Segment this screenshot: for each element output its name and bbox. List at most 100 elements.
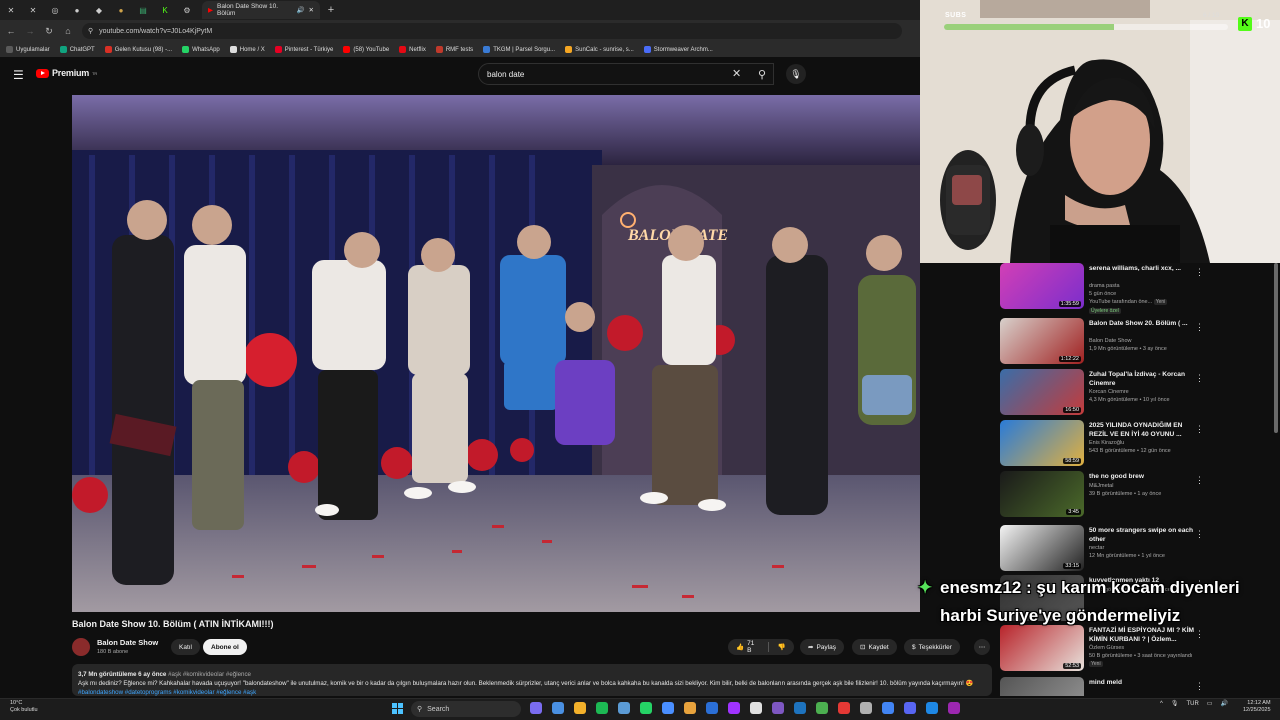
recommendation-channel[interactable]: Korcan Cinemre	[1089, 389, 1129, 395]
recommendation-item[interactable]: mind meld ⋮	[1000, 677, 1270, 696]
taskbar-app-icon[interactable]	[904, 702, 916, 714]
recommendation-thumbnail[interactable]: 58:59	[1000, 420, 1084, 466]
ext-tab-icon[interactable]: ◆	[91, 2, 107, 18]
network-icon[interactable]: ▭	[1207, 700, 1213, 707]
taskbar-app-icon[interactable]	[530, 702, 542, 714]
taskbar-app-icon[interactable]	[750, 702, 762, 714]
bookmark-item[interactable]: TKGM | Parsel Sorgu...	[483, 46, 555, 53]
taskbar-app-icon[interactable]	[706, 702, 718, 714]
hamburger-menu-icon[interactable]: ☰	[13, 68, 24, 82]
channel-name[interactable]: Balon Date Show	[97, 638, 158, 647]
taskbar-clock[interactable]: 12:12 AM 12/25/2025	[1243, 700, 1271, 714]
recommendation-title[interactable]: Zuhal Topal'la İzdivaç - Korcan Cinemre	[1089, 371, 1197, 388]
recommendation-title[interactable]: Balon Date Show 20. Bölüm ( ...	[1089, 320, 1197, 329]
more-actions-icon[interactable]: ⋯	[974, 639, 990, 655]
more-options-icon[interactable]: ⋮	[1195, 681, 1204, 692]
share-button[interactable]: ➦ Paylaş	[800, 639, 844, 655]
search-icon[interactable]: ⚲	[751, 63, 773, 85]
taskbar-app-icon[interactable]	[596, 702, 608, 714]
taskbar-app-icon[interactable]	[640, 702, 652, 714]
recommendation-thumbnail[interactable]: 52:53	[1000, 625, 1084, 671]
recommendation-item[interactable]: 1:35:59 serena williams, charli xcx, ... d…	[1000, 263, 1270, 314]
more-options-icon[interactable]: ⋮	[1195, 373, 1204, 384]
more-options-icon[interactable]: ⋮	[1195, 322, 1204, 333]
x-tab-icon[interactable]: ✕	[3, 2, 19, 18]
recommendation-item[interactable]: 52:53 FANTAZİ Mİ ESPİYONAJ MI ? KİM KİMİN…	[1000, 625, 1270, 673]
speaker-icon[interactable]: 🔊	[296, 6, 304, 14]
thanks-button[interactable]: $ Teşekkürler	[904, 639, 960, 655]
taskbar-app-icon[interactable]	[684, 702, 696, 714]
taskbar-app-icon[interactable]	[728, 702, 740, 714]
chevron-up-icon[interactable]: ^	[1160, 701, 1163, 707]
url-field[interactable]: ⚲ youtube.com/watch?v=J0Lo4KjPytM	[82, 23, 902, 39]
bookmark-item[interactable]: ChatGPT	[59, 46, 95, 53]
recommendation-item[interactable]: 1:12:22 Balon Date Show 20. Bölüm ( ... Ba…	[1000, 318, 1270, 366]
taskbar-app-icon[interactable]	[794, 702, 806, 714]
home-icon[interactable]: ⌂	[60, 26, 76, 36]
ext-tab-icon[interactable]: ⚙	[179, 2, 195, 18]
bookmark-item[interactable]: Home / X	[229, 46, 265, 53]
bookmark-item[interactable]: Pinterest - Türkiye	[274, 46, 333, 53]
clear-search-icon[interactable]: ✕	[732, 67, 741, 80]
youtube-logo[interactable]: Premium TR	[36, 68, 97, 78]
recommendation-channel[interactable]: Enis Kirazoğlu	[1089, 440, 1124, 446]
recommendation-item[interactable]: 58:59 2025 YILINDA OYNADIĞIM EN REZİL VE …	[1000, 420, 1270, 468]
join-button[interactable]: Katıl	[171, 639, 201, 655]
back-icon[interactable]: ←	[3, 26, 19, 36]
description-box[interactable]: 3,7 Mn görüntüleme 6 ay önce #aşk #komik…	[72, 664, 992, 696]
bookmark-item[interactable]: Netflix	[399, 46, 426, 53]
recommendation-channel[interactable]: nectar	[1089, 545, 1104, 551]
search-input[interactable]: balon date	[478, 63, 774, 85]
bookmark-item[interactable]: SunCalc - sunrise, s...	[565, 46, 634, 53]
github-tab-icon[interactable]: ●	[69, 2, 85, 18]
site-info-icon[interactable]: ⚲	[88, 27, 93, 35]
recommendation-title[interactable]: 2025 YILINDA OYNADIĞIM EN REZİL VE EN İY…	[1089, 422, 1197, 439]
weather-widget[interactable]: 10°C Çok bulutlu	[10, 700, 38, 714]
recommendation-channel[interactable]: Özlem Gürses	[1089, 645, 1124, 651]
more-options-icon[interactable]: ⋮	[1195, 267, 1204, 278]
recommendation-thumbnail[interactable]	[1000, 677, 1084, 696]
windows-start-icon[interactable]	[392, 703, 403, 714]
more-options-icon[interactable]: ⋮	[1195, 529, 1204, 540]
taskbar-app-icon[interactable]	[882, 702, 894, 714]
recommendation-title[interactable]: 50 more strangers swipe on each other	[1089, 527, 1197, 544]
taskbar-app-icon[interactable]	[838, 702, 850, 714]
taskbar-app-icon[interactable]	[574, 702, 586, 714]
recommendations-scrollbar[interactable]	[1274, 263, 1278, 433]
taskbar-app-icon[interactable]	[618, 702, 630, 714]
recommendation-title[interactable]: serena williams, charli xcx, ...	[1089, 265, 1197, 274]
taskbar-app-icon[interactable]	[948, 702, 960, 714]
recommendation-thumbnail[interactable]: 33:15	[1000, 525, 1084, 571]
active-tab[interactable]: ▶ Balon Date Show 10. Bölüm 🔊 ✕	[202, 1, 320, 19]
new-tab-icon[interactable]: +	[323, 2, 339, 18]
recommendation-title[interactable]: the no good brew	[1089, 473, 1197, 482]
reload-icon[interactable]: ↻	[41, 26, 57, 37]
bookmark-item[interactable]: Uygulamalar	[6, 46, 50, 53]
dislike-icon[interactable]: 👎	[778, 643, 786, 651]
save-button[interactable]: ⊡ Kaydet	[852, 639, 897, 655]
forward-icon[interactable]: →	[22, 26, 38, 36]
microphone-icon[interactable]: 🎙	[786, 64, 806, 84]
more-options-icon[interactable]: ⋮	[1195, 475, 1204, 486]
taskbar-app-icon[interactable]	[816, 702, 828, 714]
mic-tray-icon[interactable]: 🎙	[1171, 700, 1179, 707]
close-tab-icon[interactable]: ✕	[309, 6, 314, 14]
taskbar-app-icon[interactable]	[926, 702, 938, 714]
bookmark-item[interactable]: (58) YouTube	[343, 46, 389, 53]
volume-icon[interactable]: 🔊	[1220, 700, 1227, 707]
recommendation-thumbnail[interactable]: 1:35:59	[1000, 263, 1084, 309]
recommendation-channel[interactable]: M&Jmetal	[1089, 483, 1113, 489]
subscribe-button[interactable]: Abone ol	[203, 639, 247, 655]
like-count[interactable]: 71 B	[747, 640, 759, 654]
recommendation-item[interactable]: 16:50 Zuhal Topal'la İzdivaç - Korcan Cin…	[1000, 369, 1270, 417]
bookmark-item[interactable]: WhatsApp	[182, 46, 220, 53]
recommendation-item[interactable]: 33:15 50 more strangers swipe on each oth…	[1000, 525, 1270, 573]
taskbar-app-icon[interactable]	[860, 702, 872, 714]
recommendation-channel[interactable]: drama pasta	[1089, 283, 1120, 289]
tab-icon[interactable]: ●	[113, 2, 129, 18]
taskbar-app-icon[interactable]	[662, 702, 674, 714]
recommendation-item[interactable]: 3:45 the no good brew M&Jmetal 39 B görüntü…	[1000, 471, 1270, 519]
taskbar-search[interactable]: ⚲ Search	[411, 701, 521, 717]
recommendation-title[interactable]: mind meld	[1089, 679, 1197, 688]
taskbar-app-icon[interactable]	[772, 702, 784, 714]
